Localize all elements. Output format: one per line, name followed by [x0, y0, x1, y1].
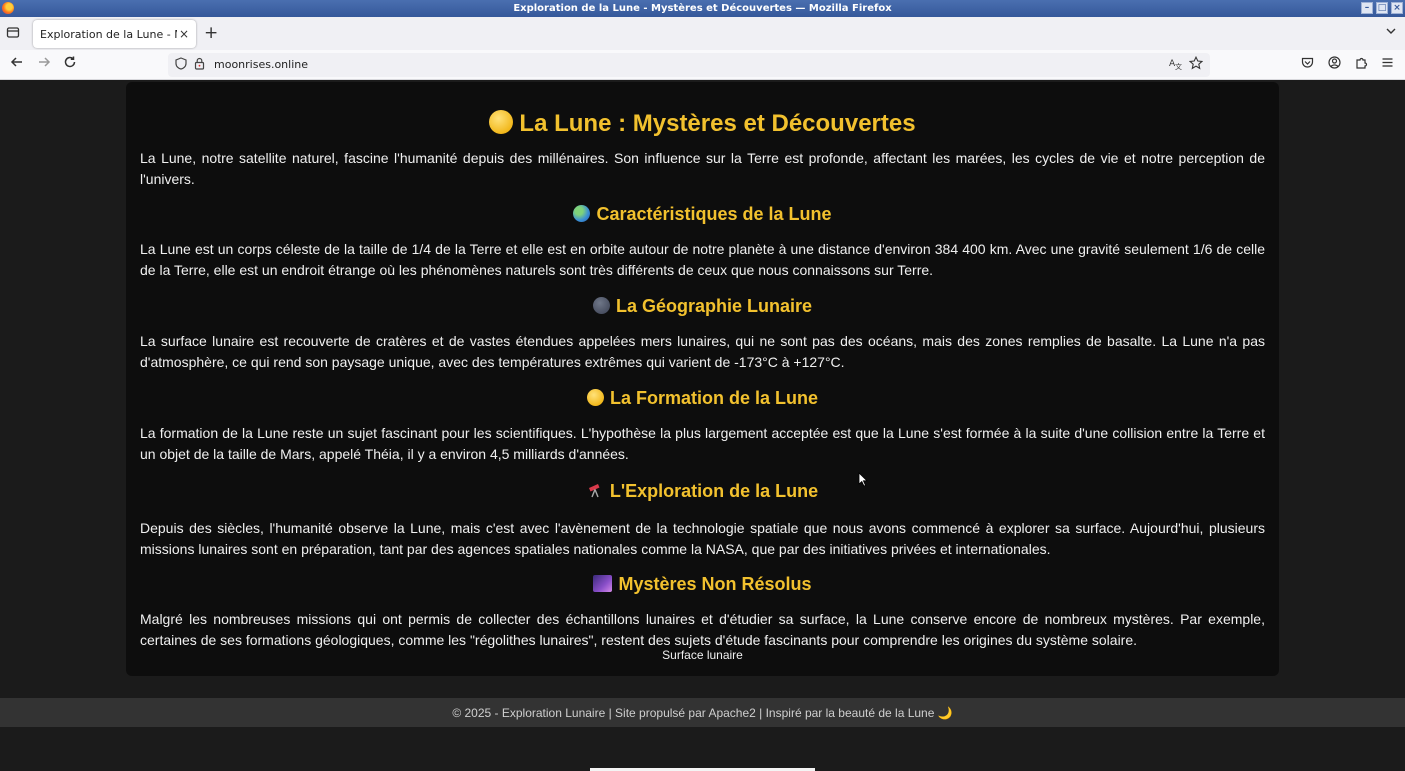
lock-icon[interactable] — [194, 57, 205, 73]
page-footer: © 2025 - Exploration Lunaire | Site prop… — [0, 698, 1405, 727]
full-moon-icon — [489, 110, 514, 134]
section-heading-caracteristiques: Caractéristiques de la Lune — [140, 203, 1265, 225]
translate-icon[interactable]: A文 — [1169, 57, 1182, 73]
navigation-bar: moonrises.online A文 — [0, 50, 1405, 80]
url-text[interactable]: moonrises.online — [214, 58, 308, 71]
section-paragraph: Depuis des siècles, l'humanité observe l… — [140, 520, 1265, 557]
telescope-icon — [587, 482, 604, 504]
section-heading-text: Mystères Non Résolus — [618, 574, 812, 594]
chevron-down-icon[interactable] — [1385, 25, 1397, 40]
window-title: Exploration de la Lune - Mystères et Déc… — [513, 3, 892, 14]
intro-paragraph: La Lune, notre satellite naturel, fascin… — [140, 150, 1265, 187]
full-moon-icon — [586, 389, 604, 406]
tab-active[interactable]: Exploration de la Lune - Mystères et Déc… — [33, 20, 196, 48]
extensions-icon[interactable] — [1355, 56, 1368, 73]
shield-icon[interactable] — [175, 57, 187, 73]
section-heading-text: Caractéristiques de la Lune — [596, 204, 832, 224]
window-controls: – □ × — [1361, 2, 1403, 14]
new-tab-icon[interactable]: + — [204, 23, 218, 43]
pocket-icon[interactable] — [1301, 56, 1314, 73]
url-bar[interactable]: moonrises.online A文 — [168, 53, 1210, 77]
tab-title: Exploration de la Lune - Mystères et Déc… — [40, 27, 177, 41]
section-paragraph: Malgré les nombreuses missions qui ont p… — [140, 611, 1265, 648]
forward-icon[interactable] — [37, 55, 51, 73]
section-heading-text: La Géographie Lunaire — [615, 296, 813, 316]
page-viewport: La Lune : Mystères et Découvertes La Lun… — [0, 80, 1405, 771]
back-icon[interactable] — [10, 55, 24, 73]
svg-text:文: 文 — [1175, 62, 1182, 70]
bookmark-star-icon[interactable] — [1188, 55, 1204, 74]
tab-close-icon[interactable]: × — [179, 27, 189, 41]
content-container: La Lune : Mystères et Découvertes La Lun… — [126, 82, 1279, 676]
section-paragraph: La surface lunaire est recouverte de cra… — [140, 333, 1265, 370]
close-window-icon[interactable]: × — [1391, 2, 1403, 14]
menu-icon[interactable] — [1381, 56, 1394, 73]
account-icon[interactable] — [1328, 56, 1341, 73]
list-all-tabs-icon[interactable] — [6, 25, 22, 41]
section-heading-mysteres: Mystères Non Résolus — [140, 573, 1265, 595]
new-moon-icon — [592, 297, 610, 314]
window-titlebar: Exploration de la Lune - Mystères et Déc… — [0, 0, 1405, 17]
section-heading-text: La Formation de la Lune — [609, 388, 819, 408]
page-title-text: La Lune : Mystères et Découvertes — [519, 110, 916, 137]
milky-way-icon — [593, 575, 613, 592]
mouse-cursor-icon — [858, 472, 868, 487]
page-title: La Lune : Mystères et Découvertes — [140, 110, 1265, 138]
globe-icon — [573, 205, 591, 222]
tab-strip: Exploration de la Lune - Mystères et Déc… — [0, 17, 1405, 50]
maximize-icon[interactable]: □ — [1376, 2, 1388, 14]
section-heading-geographie: La Géographie Lunaire — [140, 295, 1265, 317]
section-heading-exploration: L'Exploration de la Lune — [140, 480, 1265, 504]
section-heading-text: L'Exploration de la Lune — [609, 481, 819, 501]
firefox-logo-icon — [2, 2, 14, 14]
section-heading-formation: La Formation de la Lune — [140, 387, 1265, 409]
moon-surface-image-alt: Surface lunaire — [662, 648, 743, 662]
section-paragraph: La formation de la Lune reste un sujet f… — [140, 425, 1265, 462]
minimize-icon[interactable]: – — [1361, 2, 1373, 14]
reload-icon[interactable] — [63, 55, 77, 73]
section-paragraph: La Lune est un corps céleste de la taill… — [140, 241, 1265, 278]
